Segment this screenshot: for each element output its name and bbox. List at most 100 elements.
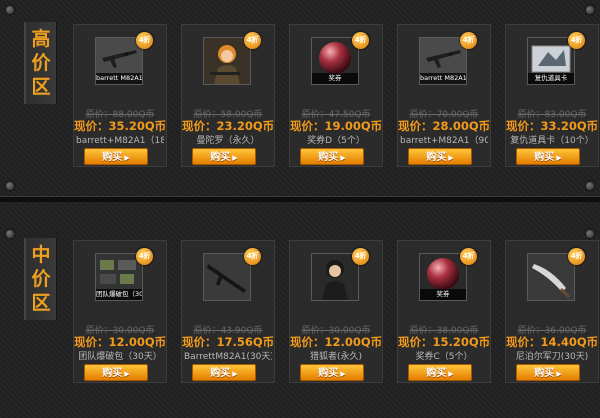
discount-badge: 4折 bbox=[568, 32, 585, 49]
character-icon bbox=[312, 254, 358, 300]
product-card: 团队爆破包（30天） 4折 原价：30.00Q币 现价：12.00Q币 团队爆破… bbox=[73, 240, 167, 383]
current-price: 现价：28.00Q币 bbox=[398, 119, 491, 133]
product-card: 奖券 4折 原价：47.50Q币 现价：19.00Q币 奖券D（5个） 购买 ▶ bbox=[289, 24, 383, 167]
buy-button[interactable]: 购买 ▶ bbox=[84, 148, 148, 165]
product-card: barrett M82A1 4折 原价：88.00Q币 现价：35.20Q币 b… bbox=[73, 24, 167, 167]
thumbnail-caption: 团队爆破包（30天） bbox=[96, 289, 142, 300]
current-price: 现价：17.56Q币 bbox=[182, 335, 275, 349]
play-arrow-icon: ▶ bbox=[448, 154, 454, 162]
product-thumbnail[interactable]: barrett M82A1 bbox=[419, 37, 467, 85]
mid-price-tab: 中 价 区 bbox=[24, 238, 57, 320]
buy-button[interactable]: 购买 ▶ bbox=[300, 148, 364, 165]
product-name: 猎狐者(永久) bbox=[309, 352, 363, 362]
tab-char: 中 bbox=[31, 244, 51, 266]
current-price: 现价：12.00Q币 bbox=[290, 335, 383, 349]
buy-button[interactable]: 购买 ▶ bbox=[300, 364, 364, 381]
buy-button[interactable]: 购买 ▶ bbox=[408, 148, 472, 165]
product-thumbnail[interactable]: 奖券 bbox=[311, 37, 359, 85]
discount-badge: 4折 bbox=[568, 248, 585, 265]
product-name: 曼陀罗（永久） bbox=[196, 136, 260, 146]
play-arrow-icon: ▶ bbox=[556, 154, 562, 162]
product-name: BarrettM82A1(30天) bbox=[184, 352, 272, 362]
buy-button-label: 购买 bbox=[318, 368, 339, 379]
discount-badge: 4折 bbox=[136, 248, 153, 265]
product-thumbnail[interactable]: 团队爆破包（30天） bbox=[95, 253, 143, 301]
current-price: 现价：23.20Q币 bbox=[182, 119, 275, 133]
play-arrow-icon: ▶ bbox=[232, 154, 238, 162]
play-arrow-icon: ▶ bbox=[448, 370, 454, 378]
product-thumbnail[interactable] bbox=[311, 253, 359, 301]
discount-badge: 4折 bbox=[352, 32, 369, 49]
product-thumbnail[interactable]: 复仇道具卡 bbox=[527, 37, 575, 85]
buy-button[interactable]: 购买 ▶ bbox=[408, 364, 472, 381]
thumbnail-caption: 复仇道具卡 bbox=[528, 73, 574, 84]
play-arrow-icon: ▶ bbox=[340, 154, 346, 162]
thumbnail-caption: barrett M82A1 bbox=[420, 73, 466, 84]
current-price: 现价：19.00Q币 bbox=[290, 119, 383, 133]
discount-badge: 4折 bbox=[460, 32, 477, 49]
discount-badge: 4折 bbox=[244, 32, 261, 49]
buy-button-label: 购买 bbox=[426, 368, 447, 379]
knife-icon bbox=[528, 254, 574, 300]
buy-button[interactable]: 购买 ▶ bbox=[192, 148, 256, 165]
current-price: 现价：15.20Q币 bbox=[398, 335, 491, 349]
tab-char: 高 bbox=[31, 28, 51, 50]
discount-badge: 4折 bbox=[352, 248, 369, 265]
product-name: 奖券D（5个） bbox=[307, 136, 365, 146]
buy-button[interactable]: 购买 ▶ bbox=[192, 364, 256, 381]
current-price: 现价：14.40Q币 bbox=[506, 335, 599, 349]
product-card: 4折 原价：43.90Q币 现价：17.56Q币 BarrettM82A1(30… bbox=[181, 240, 275, 383]
buy-button-label: 购买 bbox=[534, 152, 555, 163]
rivet-icon bbox=[6, 230, 14, 238]
product-thumbnail[interactable] bbox=[203, 37, 251, 85]
buy-button-label: 购买 bbox=[318, 152, 339, 163]
product-thumbnail[interactable]: 奖券 bbox=[419, 253, 467, 301]
buy-button-label: 购买 bbox=[210, 152, 231, 163]
thumbnail-caption: 奖券 bbox=[312, 73, 358, 84]
buy-button[interactable]: 购买 ▶ bbox=[516, 364, 580, 381]
current-price: 现价：33.20Q币 bbox=[506, 119, 599, 133]
current-price: 现价：12.00Q币 bbox=[74, 335, 167, 349]
buy-button-label: 购买 bbox=[426, 152, 447, 163]
product-name: 奖券C（5个） bbox=[415, 352, 473, 362]
buy-button[interactable]: 购买 ▶ bbox=[84, 364, 148, 381]
discount-badge: 4折 bbox=[136, 32, 153, 49]
thumbnail-caption: barrett M82A1 bbox=[96, 73, 142, 84]
discount-badge: 4折 bbox=[460, 248, 477, 265]
discount-badge: 4折 bbox=[244, 248, 261, 265]
tab-char: 区 bbox=[31, 76, 51, 98]
product-name: 尼泊尔军刀(30天) bbox=[515, 352, 589, 362]
rivet-icon bbox=[586, 182, 594, 190]
rivet-icon bbox=[586, 6, 594, 14]
product-name: 团队爆破包（30天） bbox=[78, 352, 162, 362]
product-card: 奖券 4折 原价：38.00Q币 现价：15.20Q币 奖券C（5个） 购买 ▶ bbox=[397, 240, 491, 383]
buy-button[interactable]: 购买 ▶ bbox=[516, 148, 580, 165]
current-price: 现价：35.20Q币 bbox=[74, 119, 167, 133]
buy-button-label: 购买 bbox=[102, 368, 123, 379]
rivet-icon bbox=[6, 182, 14, 190]
product-card: 4折 原价：30.00Q币 现价：12.00Q币 猎狐者(永久) 购买 ▶ bbox=[289, 240, 383, 383]
product-thumbnail[interactable] bbox=[203, 253, 251, 301]
product-thumbnail[interactable] bbox=[527, 253, 575, 301]
tab-char: 价 bbox=[31, 52, 51, 74]
play-arrow-icon: ▶ bbox=[556, 370, 562, 378]
product-name: barrett+M82A1（180 bbox=[76, 136, 164, 146]
product-card: 4折 原价：36.00Q币 现价：14.40Q币 尼泊尔军刀(30天) 购买 ▶ bbox=[505, 240, 599, 383]
character-icon bbox=[204, 38, 250, 84]
buy-button-label: 购买 bbox=[534, 368, 555, 379]
high-price-section: 高 价 区 barrett M82A1 4折 原价：88.00Q币 现价：35.… bbox=[0, 0, 600, 196]
product-name: 复仇道具卡（10个） bbox=[510, 136, 594, 146]
product-card: barrett M82A1 4折 原价：70.00Q币 现价：28.00Q币 b… bbox=[397, 24, 491, 167]
product-thumbnail[interactable]: barrett M82A1 bbox=[95, 37, 143, 85]
play-arrow-icon: ▶ bbox=[124, 154, 130, 162]
rivet-icon bbox=[586, 230, 594, 238]
product-card: 复仇道具卡 4折 原价：83.00Q币 现价：33.20Q币 复仇道具卡（10个… bbox=[505, 24, 599, 167]
buy-button-label: 购买 bbox=[102, 152, 123, 163]
rivet-icon bbox=[6, 6, 14, 14]
rifle-icon bbox=[204, 254, 250, 300]
thumbnail-caption: 奖券 bbox=[420, 289, 466, 300]
play-arrow-icon: ▶ bbox=[232, 370, 238, 378]
product-name: barrett+M82A1（90 bbox=[400, 136, 488, 146]
mid-price-section: 中 价 区 团队爆破包（30天） 4折 原价：30.00Q币 现价：12.00Q… bbox=[0, 202, 600, 418]
high-price-tab: 高 价 区 bbox=[24, 22, 57, 104]
